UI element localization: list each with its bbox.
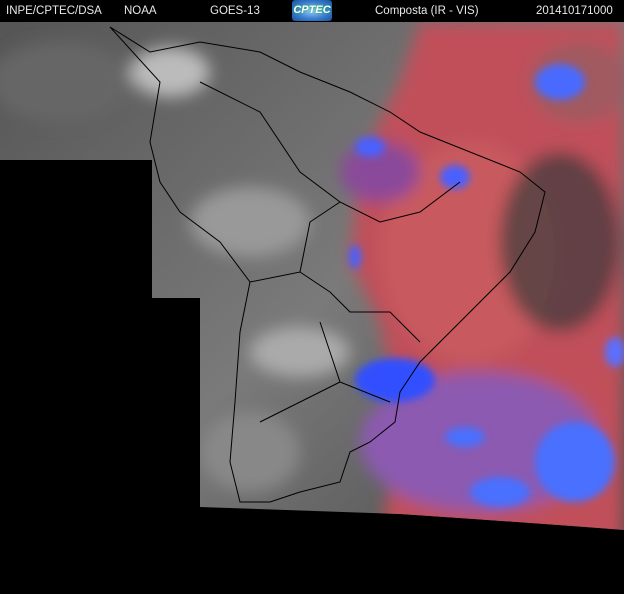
satellite-label: GOES-13 <box>210 5 260 17</box>
agency-label: INPE/CPTEC/DSA <box>6 5 102 17</box>
product-label: Composta (IR - VIS) <box>375 5 479 17</box>
cptec-logo: CPTEC <box>292 0 332 21</box>
timestamp-label: 201410171000 <box>536 5 613 17</box>
satellite-image <box>0 22 624 530</box>
header-bar: INPE/CPTEC/DSA NOAA GOES-13 CPTEC Compos… <box>0 0 624 22</box>
source-label: NOAA <box>124 5 157 17</box>
